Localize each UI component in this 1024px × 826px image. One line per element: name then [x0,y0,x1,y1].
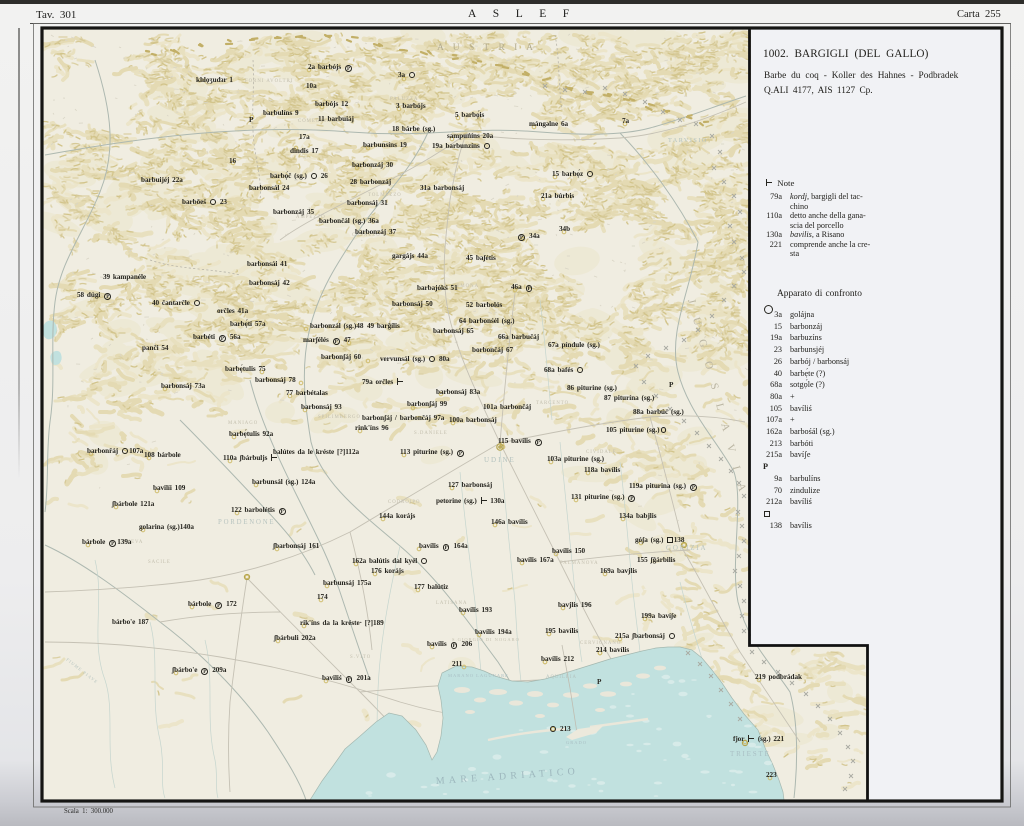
svg-text:FORNI AVOLTRI: FORNI AVOLTRI [245,79,293,84]
svg-text:SPILIMBERGO: SPILIMBERGO [318,415,361,420]
svg-text:SACILE: SACILE [148,560,171,565]
svg-text:CODROIPO: CODROIPO [388,500,421,505]
svg-text:TOLMEZZO: TOLMEZZO [368,193,402,198]
svg-text:PALMANOVA: PALMANOVA [560,561,599,566]
svg-text:TARCENTO: TARCENTO [536,401,569,406]
svg-text:MARANO LAGUNARE: MARANO LAGUNARE [448,673,509,678]
svg-text:AQUILEIA: AQUILEIA [546,675,577,680]
svg-text:TRIESTE: TRIESTE [730,750,771,758]
svg-text:TARVISIO: TARVISIO [668,137,708,144]
svg-text:A U S T R I A: A U S T R I A [437,43,537,53]
svg-text:S.VITO: S.VITO [350,655,371,660]
svg-text:GORIZIA: GORIZIA [666,544,707,552]
svg-text:GRADO: GRADO [566,740,587,745]
svg-text:UDINE: UDINE [484,456,516,464]
svg-text:S.DANIELE: S.DANIELE [414,431,448,436]
svg-text:MANIAGO: MANIAGO [228,421,258,426]
svg-text:PORDENONE: PORDENONE [218,519,275,526]
